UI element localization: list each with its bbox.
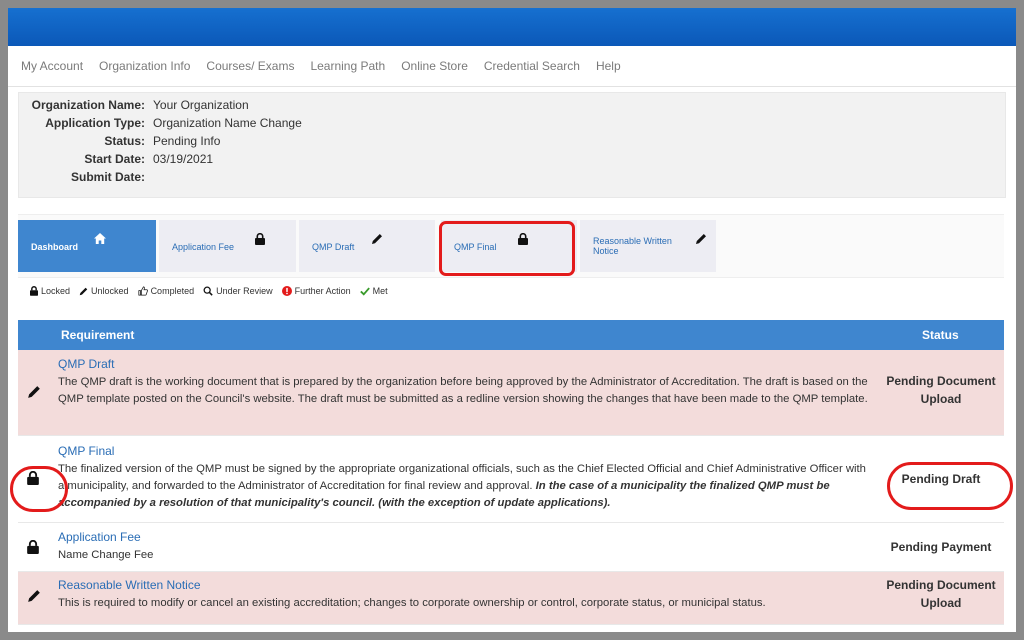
pencil-icon xyxy=(371,233,383,247)
legend-locked-label: Locked xyxy=(41,286,71,296)
nav-credential-search[interactable]: Credential Search xyxy=(484,59,580,73)
pencil-icon xyxy=(27,385,41,404)
tab-reasonable-written-notice-label: Reasonable Written Notice xyxy=(593,236,672,256)
table-row: Application Fee Name Change Fee Pending … xyxy=(18,523,1004,572)
app-type-row: Application Type: Organization Name Chang… xyxy=(19,116,302,134)
legend-met-label: Met xyxy=(372,286,388,296)
org-name-row: Organization Name: Your Organization xyxy=(19,98,249,116)
qmp-draft-description: The QMP draft is the working document th… xyxy=(58,376,868,405)
nav-help[interactable]: Help xyxy=(596,59,621,73)
tab-dashboard[interactable]: Dashboard xyxy=(18,220,156,272)
qmp-final-description: The finalized version of the QMP must be… xyxy=(58,461,868,512)
legend-completed-label: Completed xyxy=(150,286,195,296)
qmp-final-tab-highlight xyxy=(439,221,575,276)
app-type-label: Application Type: xyxy=(45,116,145,130)
requirements-table: Requirement Status QMP Draft The QMP dra… xyxy=(18,320,1004,625)
submit-date-label: Submit Date: xyxy=(70,170,145,184)
legend-further-action: Further Action xyxy=(281,286,351,296)
requirement-column-header: Requirement xyxy=(61,328,135,342)
qmp-final-lock-highlight xyxy=(10,466,68,512)
start-date-row: Start Date: 03/19/2021 xyxy=(19,152,213,170)
status-row: Status: Pending Info xyxy=(19,134,220,152)
status-label: Status: xyxy=(104,134,145,148)
nav-learning-path[interactable]: Learning Path xyxy=(310,59,385,73)
magnifier-icon xyxy=(203,286,213,296)
nav-online-store[interactable]: Online Store xyxy=(401,59,468,73)
thumbs-up-icon xyxy=(138,286,148,296)
status-value: Pending Info xyxy=(153,134,221,148)
tab-qmp-draft-label: QMP Draft xyxy=(312,242,355,252)
reasonable-written-notice-link[interactable]: Reasonable Written Notice xyxy=(58,578,201,592)
table-row: Reasonable Written Notice This is requir… xyxy=(18,572,1004,625)
pencil-icon xyxy=(27,589,41,608)
org-name-label: Organization Name: xyxy=(31,98,145,112)
start-date-value: 03/19/2021 xyxy=(153,152,214,166)
status-column-header: Status xyxy=(922,328,959,342)
app-type-value: Organization Name Change xyxy=(153,116,302,130)
checkmark-icon xyxy=(359,287,370,296)
tab-application-fee[interactable]: Application Fee xyxy=(159,220,296,272)
nav-my-account[interactable]: My Account xyxy=(21,59,83,73)
application-fee-description: Name Change Fee xyxy=(58,549,154,561)
nav-organization-info[interactable]: Organization Info xyxy=(99,59,190,73)
tab-qmp-draft[interactable]: QMP Draft xyxy=(299,220,435,272)
lock-icon xyxy=(30,286,38,296)
tab-dashboard-label: Dashboard xyxy=(31,242,79,252)
main-nav: My Account Organization Info Courses/ Ex… xyxy=(8,46,1016,87)
application-fee-link[interactable]: Application Fee xyxy=(58,530,141,544)
submit-date-row: Submit Date: xyxy=(19,170,153,188)
reasonable-written-notice-status: Pending Document Upload xyxy=(886,578,996,610)
pencil-icon xyxy=(695,233,707,247)
tab-reasonable-written-notice[interactable]: Reasonable Written Notice xyxy=(580,220,716,272)
lock-icon xyxy=(27,539,39,559)
qmp-draft-link[interactable]: QMP Draft xyxy=(58,357,114,371)
legend-completed: Completed xyxy=(138,286,195,296)
status-legend: Locked Unlocked Completed Under Review F… xyxy=(30,284,397,298)
table-row: QMP Draft The QMP draft is the working d… xyxy=(18,350,1004,436)
legend-unlocked: Unlocked xyxy=(79,286,129,296)
application-info-panel: Organization Name: Your Organization Appl… xyxy=(18,92,1006,198)
home-icon xyxy=(94,233,106,246)
reasonable-written-notice-description: This is required to modify or cancel an … xyxy=(58,597,766,609)
legend-under-review: Under Review xyxy=(203,286,273,296)
lock-icon xyxy=(255,232,265,247)
table-row: QMP Final The finalized version of the Q… xyxy=(18,436,1004,523)
legend-locked: Locked xyxy=(30,286,70,296)
start-date-label: Start Date: xyxy=(84,152,145,166)
qmp-final-status-highlight xyxy=(887,462,1013,510)
legend-met: Met xyxy=(359,286,388,296)
legend-unlocked-label: Unlocked xyxy=(91,286,129,296)
qmp-draft-status: Pending Document Upload xyxy=(886,374,996,406)
org-name-value: Your Organization xyxy=(153,98,249,112)
top-banner xyxy=(8,8,1016,46)
pencil-icon xyxy=(79,287,88,295)
qmp-final-link[interactable]: QMP Final xyxy=(58,444,114,458)
exclamation-icon xyxy=(281,286,292,296)
table-header: Requirement Status xyxy=(18,320,1004,350)
legend-further-action-label: Further Action xyxy=(294,286,351,296)
browser-frame: My Account Organization Info Courses/ Ex… xyxy=(0,0,1024,640)
nav-courses-exams[interactable]: Courses/ Exams xyxy=(206,59,294,73)
tab-application-fee-label: Application Fee xyxy=(172,242,235,252)
application-fee-status: Pending Payment xyxy=(890,540,992,554)
legend-under-review-label: Under Review xyxy=(216,286,273,296)
